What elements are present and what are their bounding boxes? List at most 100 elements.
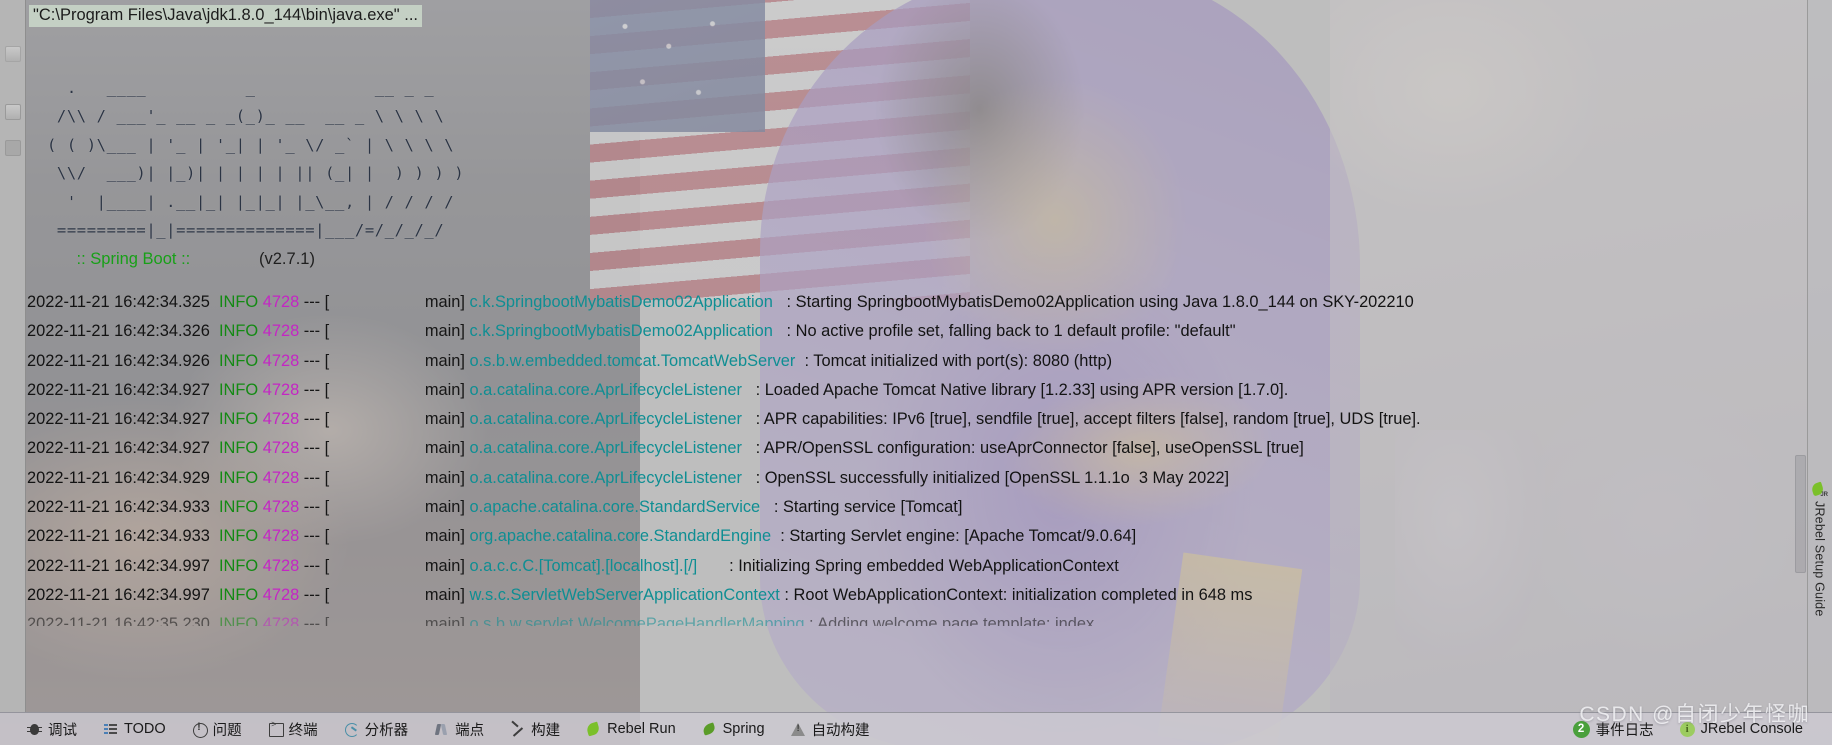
log-pid: 4728 bbox=[262, 322, 300, 341]
info-badge-icon: i bbox=[1679, 721, 1695, 737]
log-separator: --- [ bbox=[299, 380, 330, 399]
log-thread: main] bbox=[329, 380, 470, 399]
log-level: INFO bbox=[219, 556, 259, 575]
log-line-list: 2022-11-21 16:42:34.325 INFO 4728 --- [ … bbox=[27, 288, 1787, 626]
log-separator: --- [ bbox=[299, 351, 330, 370]
status-bar-item-jrebel-console[interactable]: i JRebel Console bbox=[1667, 716, 1816, 742]
status-bar-item-label: Rebel Run bbox=[607, 721, 676, 737]
log-message: : APR capabilities: IPv6 [true], sendfil… bbox=[741, 410, 1421, 429]
log-pid: 4728 bbox=[262, 556, 300, 575]
status-bar-item-label: Spring bbox=[722, 721, 765, 737]
status-bar-item-label: 终端 bbox=[288, 722, 318, 739]
log-logger: w.s.c.ServletWebServerApplicationContext bbox=[469, 585, 780, 604]
log-timestamp: 2022-11-21 16:42:34.997 bbox=[27, 585, 219, 604]
log-message: : APR/OpenSSL configuration: useAprConne… bbox=[741, 439, 1304, 458]
log-pid: 4728 bbox=[262, 293, 300, 311]
log-separator: --- [ bbox=[299, 410, 330, 429]
log-thread: main] bbox=[329, 439, 470, 458]
log-separator: --- [ bbox=[299, 498, 330, 517]
status-bar-item-label: JRebel Console bbox=[1700, 721, 1803, 737]
status-bar-right-group: 2 事件日志 i JRebel Console bbox=[1560, 716, 1832, 742]
status-bar-item-label: 事件日志 bbox=[1595, 722, 1654, 739]
status-bar-item-spring[interactable]: Spring bbox=[689, 716, 778, 742]
log-message: : Adding welcome page template: index bbox=[804, 615, 1095, 627]
log-pid: 4728 bbox=[262, 615, 300, 627]
log-timestamp: 2022-11-21 16:42:34.933 bbox=[27, 498, 219, 517]
status-bar-item-todo[interactable]: TODO bbox=[90, 716, 179, 742]
log-logger: c.k.SpringbootMybatisDemo02Application bbox=[469, 293, 773, 311]
log-logger: o.a.catalina.core.AprLifecycleListener bbox=[469, 468, 742, 487]
status-bar-item-label: 问题 bbox=[212, 722, 242, 739]
log-message: : Tomcat initialized with port(s): 8080 … bbox=[795, 351, 1113, 370]
log-level: INFO bbox=[219, 527, 259, 546]
jrebel-leaf-icon bbox=[1812, 482, 1828, 498]
log-timestamp: 2022-11-21 16:42:34.325 bbox=[27, 293, 219, 311]
status-bar-item-rebel-run[interactable]: Rebel Run bbox=[573, 716, 689, 742]
log-message: : Starting SpringbootMybatisDemo02Applic… bbox=[772, 293, 1414, 311]
status-bar-item-分析器[interactable]: 分析器 bbox=[331, 716, 422, 742]
log-timestamp: 2022-11-21 16:42:34.927 bbox=[27, 380, 219, 399]
status-bar-item-终端[interactable]: 终端 bbox=[255, 716, 331, 742]
spring-boot-version-line: :: Spring Boot :: (v2.7.1) bbox=[49, 231, 315, 288]
status-bar-item-构建[interactable]: 构建 bbox=[497, 716, 573, 742]
log-level: INFO bbox=[219, 293, 259, 311]
status-bar-item-自动构建[interactable]: 自动构建 bbox=[778, 716, 883, 742]
log-line: 2022-11-21 16:42:34.927 INFO 4728 --- [ … bbox=[27, 434, 1787, 463]
log-separator: --- [ bbox=[299, 556, 330, 575]
console-output-area[interactable]: "C:\Program Files\Java\jdk1.8.0_144\bin\… bbox=[27, 0, 1787, 712]
spring-boot-label: :: Spring Boot :: bbox=[76, 250, 191, 268]
gutter-fold-button-2[interactable] bbox=[5, 104, 21, 120]
spring-leaf-icon bbox=[702, 722, 717, 737]
status-bar-item-event-log[interactable]: 2 事件日志 bbox=[1560, 716, 1667, 742]
status-bar-item-调试[interactable]: 调试 bbox=[14, 716, 90, 742]
log-logger: o.a.catalina.core.AprLifecycleListener bbox=[469, 380, 742, 399]
log-pid: 4728 bbox=[262, 410, 300, 429]
log-timestamp: 2022-11-21 16:42:34.927 bbox=[27, 439, 219, 458]
log-level: INFO bbox=[219, 380, 259, 399]
log-thread: main] bbox=[329, 351, 470, 370]
log-level: INFO bbox=[219, 585, 259, 604]
log-logger: o.apache.catalina.core.StandardService bbox=[469, 498, 761, 517]
log-separator: --- [ bbox=[299, 293, 330, 311]
log-logger: o.a.c.c.C.[Tomcat].[localhost].[/] bbox=[469, 556, 698, 575]
log-line: 2022-11-21 16:42:34.997 INFO 4728 --- [ … bbox=[27, 581, 1787, 610]
log-thread: main] bbox=[329, 615, 470, 627]
log-level: INFO bbox=[219, 439, 259, 458]
log-thread: main] bbox=[329, 498, 470, 517]
log-pid: 4728 bbox=[262, 498, 300, 517]
log-line: 2022-11-21 16:42:34.929 INFO 4728 --- [ … bbox=[27, 464, 1787, 493]
log-line: 2022-11-21 16:42:34.326 INFO 4728 --- [ … bbox=[27, 317, 1787, 346]
log-thread: main] bbox=[329, 410, 470, 429]
log-logger: org.apache.catalina.core.StandardEngine bbox=[469, 527, 772, 546]
status-bar-item-端点[interactable]: 端点 bbox=[421, 716, 497, 742]
log-line: 2022-11-21 16:42:34.933 INFO 4728 --- [ … bbox=[27, 522, 1787, 551]
gutter-fold-button-3[interactable] bbox=[5, 140, 21, 156]
console-vertical-scrollbar[interactable] bbox=[1795, 455, 1806, 573]
profiler-icon bbox=[344, 722, 359, 737]
gutter-fold-button-1[interactable] bbox=[5, 46, 21, 62]
log-timestamp: 2022-11-21 16:42:34.929 bbox=[27, 468, 219, 487]
event-log-badge-icon: 2 bbox=[1572, 720, 1590, 738]
console-gutter bbox=[0, 0, 26, 712]
log-logger: o.a.catalina.core.AprLifecycleListener bbox=[469, 410, 742, 429]
status-bar-item-问题[interactable]: 问题 bbox=[179, 716, 255, 742]
log-line: 2022-11-21 16:42:34.933 INFO 4728 --- [ … bbox=[27, 493, 1787, 522]
right-tool-rail: JRebel Setup Guide bbox=[1807, 0, 1832, 712]
status-bar-item-label: TODO bbox=[124, 721, 166, 737]
log-logger: c.k.SpringbootMybatisDemo02Application bbox=[469, 322, 773, 341]
status-bar-item-label: 调试 bbox=[48, 722, 77, 739]
todo-list-icon bbox=[103, 722, 118, 737]
log-pid: 4728 bbox=[262, 439, 300, 458]
log-thread: main] bbox=[329, 468, 470, 487]
log-message: : Initializing Spring embedded WebApplic… bbox=[697, 556, 1119, 575]
log-separator: --- [ bbox=[299, 615, 330, 627]
log-line: 2022-11-21 16:42:35.230 INFO 4728 --- [ … bbox=[27, 610, 1787, 626]
log-logger: o.a.catalina.core.AprLifecycleListener bbox=[469, 439, 742, 458]
tab-jrebel-setup-guide[interactable]: JRebel Setup Guide bbox=[1808, 478, 1831, 702]
log-line: 2022-11-21 16:42:34.325 INFO 4728 --- [ … bbox=[27, 288, 1787, 317]
log-pid: 4728 bbox=[262, 468, 300, 487]
status-bar-left-group: 调试 TODO 问题 终端 分析器 端点 构建 Rebel Run Spring 自动构建 bbox=[0, 716, 883, 742]
log-separator: --- [ bbox=[299, 322, 330, 341]
jrebel-setup-guide-label: JRebel Setup Guide bbox=[1812, 501, 1827, 617]
status-bar-item-label: 自动构建 bbox=[811, 722, 870, 739]
